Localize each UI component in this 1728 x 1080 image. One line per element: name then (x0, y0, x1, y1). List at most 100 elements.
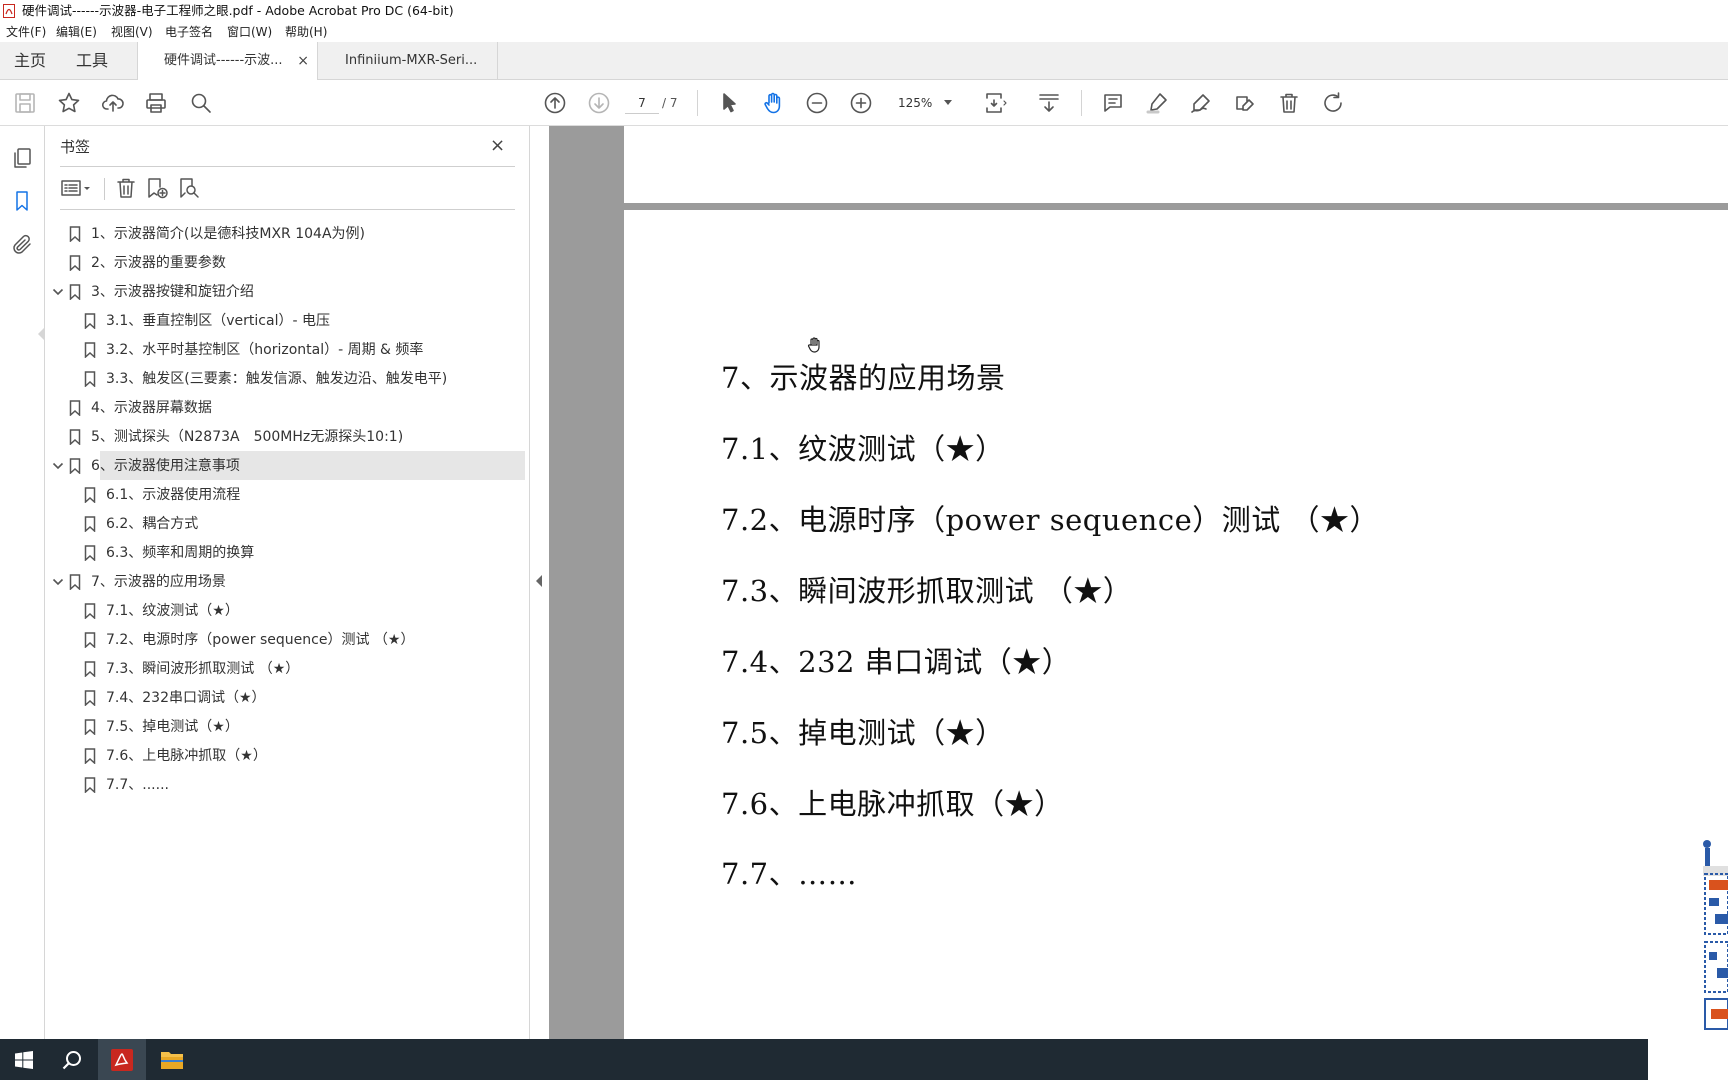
tab-document-infiniium[interactable]: Infiniium-MXR-Seri... (318, 42, 498, 81)
save-button[interactable] (11, 89, 39, 117)
cursor-arrow-icon (723, 93, 736, 113)
chevron-down-icon[interactable] (51, 574, 65, 588)
select-tool-button[interactable] (715, 89, 743, 117)
fit-page-button[interactable] (982, 89, 1010, 117)
bookmark-item[interactable]: 6.2、耦合方式 (45, 509, 530, 539)
bookmark-item[interactable]: 4、示波器屏幕数据 (45, 393, 530, 423)
find-button[interactable] (187, 89, 215, 117)
tab-home[interactable]: 主页 (14, 42, 46, 80)
current-page (624, 210, 1728, 1039)
menu-help[interactable]: 帮助(H) (285, 22, 327, 42)
panel-splitter[interactable] (530, 126, 549, 1039)
bookmark-icon (84, 516, 98, 533)
bookmark-item[interactable]: 5、测试探头（N2873A 500MHz无源探头10:1) (45, 422, 530, 452)
bookmark-star-button[interactable] (55, 89, 83, 117)
attachments-button[interactable] (10, 233, 34, 257)
bookmark-item[interactable]: 6.1、示波器使用流程 (45, 480, 530, 510)
page-total: / 7 (662, 96, 678, 110)
hand-tool-button[interactable] (759, 89, 787, 117)
bookmark-item[interactable]: 3.3、触发区(三要素：触发信源、触发边沿、触发电平) (45, 364, 530, 394)
page-number-input[interactable]: 7 (625, 92, 659, 114)
delete-bookmark-button[interactable] (114, 176, 140, 202)
new-bookmark-button[interactable] (145, 176, 171, 202)
collapse-panel-icon[interactable] (536, 575, 542, 587)
menu-view[interactable]: 视图(V) (111, 22, 153, 42)
bookmark-label: 7.5、掉电测试（★） (106, 719, 239, 735)
bookmark-item[interactable]: 7.6、上电脉冲抓取（★） (45, 741, 530, 771)
bookmarks-panel: 书签 × 1、示波器简介(以是德科技MXR 104A为例) 2、示波器的重要参数 3… (45, 126, 530, 1039)
bookmark-item[interactable]: 3.1、垂直控制区（vertical）- 电压 (45, 306, 530, 336)
previous-page-button[interactable] (541, 89, 569, 117)
bookmark-item[interactable]: 7.5、掉电测试（★） (45, 712, 530, 742)
bookmark-icon (84, 777, 98, 794)
minus-circle-icon (806, 92, 828, 114)
bookmark-item[interactable]: 7.3、瞬间波形抓取测试 （★） (45, 654, 530, 684)
bookmark-item[interactable]: 6.3、频率和周期的换算 (45, 538, 530, 568)
doc-heading: 7、示波器的应用场景 (721, 361, 1006, 395)
bookmarks-panel-button[interactable] (10, 189, 34, 213)
chevron-down-icon[interactable] (51, 458, 65, 472)
pages-icon (14, 148, 31, 168)
bookmark-label: 6.1、示波器使用流程 (106, 487, 241, 503)
bookmark-item[interactable]: 7.2、电源时序（power sequence）测试 （★） (45, 625, 530, 655)
bookmark-label: 5、测试探头（N2873A 500MHz无源探头10:1) (91, 429, 404, 445)
tab-document-active[interactable]: 硬件调试------示波... × (137, 42, 318, 81)
page-thumbnails-button[interactable] (10, 146, 34, 170)
bookmark-label: 3.2、水平时基控制区（horizontal）- 周期 & 频率 (106, 342, 424, 358)
draw-button[interactable] (1187, 89, 1215, 117)
bookmark-item[interactable]: 3、示波器按键和旋钮介绍 (45, 277, 530, 307)
bookmark-label: 3、示波器按键和旋钮介绍 (91, 284, 254, 300)
doc-line: 7.6、上电脉冲抓取（★） (721, 787, 1064, 821)
highlighter-icon (1146, 93, 1167, 114)
next-page-button[interactable] (585, 89, 613, 117)
bookmark-item[interactable]: 2、示波器的重要参数 (45, 248, 530, 278)
bookmark-label: 7.6、上电脉冲抓取（★） (106, 748, 267, 764)
highlight-button[interactable] (1143, 89, 1171, 117)
fill-sign-button[interactable] (1231, 89, 1259, 117)
document-view[interactable]: 7、示波器的应用场景 7.1、纹波测试（★） 7.2、电源时序（power se… (549, 126, 1728, 1039)
bookmark-item[interactable]: 6、示波器使用注意事项 (45, 451, 530, 481)
bookmark-label: 7、示波器的应用场景 (91, 574, 226, 590)
menu-file[interactable]: 文件(F) (6, 22, 46, 42)
chevron-down-icon[interactable] (51, 284, 65, 298)
close-panel-icon[interactable]: × (490, 135, 505, 156)
tab-tools[interactable]: 工具 (76, 42, 108, 80)
print-button[interactable] (142, 89, 170, 117)
menu-bar: 文件(F) 编辑(E) 视图(V) 电子签名 窗口(W) 帮助(H) (0, 22, 1728, 42)
comment-button[interactable] (1099, 89, 1127, 117)
tab-document-label: 硬件调试------示波... (164, 53, 283, 68)
toolbar-divider (104, 178, 105, 200)
bookmark-item[interactable]: 1、示波器简介(以是德科技MXR 104A为例) (45, 219, 530, 249)
rotate-icon (1324, 92, 1342, 112)
bookmark-item[interactable]: 7.1、纹波测试（★） (45, 596, 530, 626)
bookmark-label: 6.3、频率和周期的换算 (106, 545, 255, 561)
bookmark-icon (84, 690, 98, 707)
bookmark-options-button[interactable] (60, 176, 90, 202)
bookmark-item[interactable]: 7.7、...... (45, 770, 530, 800)
zoom-out-button[interactable] (803, 89, 831, 117)
bookmark-add-icon (148, 178, 168, 199)
tab-close-icon[interactable]: × (297, 42, 309, 80)
menu-esign[interactable]: 电子签名 (165, 22, 213, 42)
bookmark-label: 2、示波器的重要参数 (91, 255, 226, 271)
find-bookmark-button[interactable] (177, 176, 203, 202)
taskbar-search-button[interactable] (48, 1039, 96, 1080)
menu-window[interactable]: 窗口(W) (227, 22, 272, 42)
bookmark-icon (84, 545, 98, 562)
chevron-down-icon[interactable] (944, 100, 952, 105)
start-button[interactable] (0, 1039, 48, 1080)
taskbar-acrobat-button[interactable] (98, 1039, 146, 1080)
bookmark-label: 7.4、232串口调试（★） (106, 690, 266, 706)
delete-button[interactable] (1275, 89, 1303, 117)
bookmark-item[interactable]: 7.4、232串口调试（★） (45, 683, 530, 713)
bookmark-item[interactable]: 7、示波器的应用场景 (45, 567, 530, 597)
search-icon (62, 1050, 81, 1069)
scroll-mode-button[interactable] (1035, 89, 1063, 117)
bookmark-icon (84, 603, 98, 620)
taskbar-file-explorer-button[interactable] (148, 1039, 196, 1080)
menu-edit[interactable]: 编辑(E) (56, 22, 97, 42)
upload-cloud-button[interactable] (99, 89, 127, 117)
rotate-button[interactable] (1319, 89, 1347, 117)
bookmark-item[interactable]: 3.2、水平时基控制区（horizontal）- 周期 & 频率 (45, 335, 530, 365)
zoom-in-button[interactable] (847, 89, 875, 117)
